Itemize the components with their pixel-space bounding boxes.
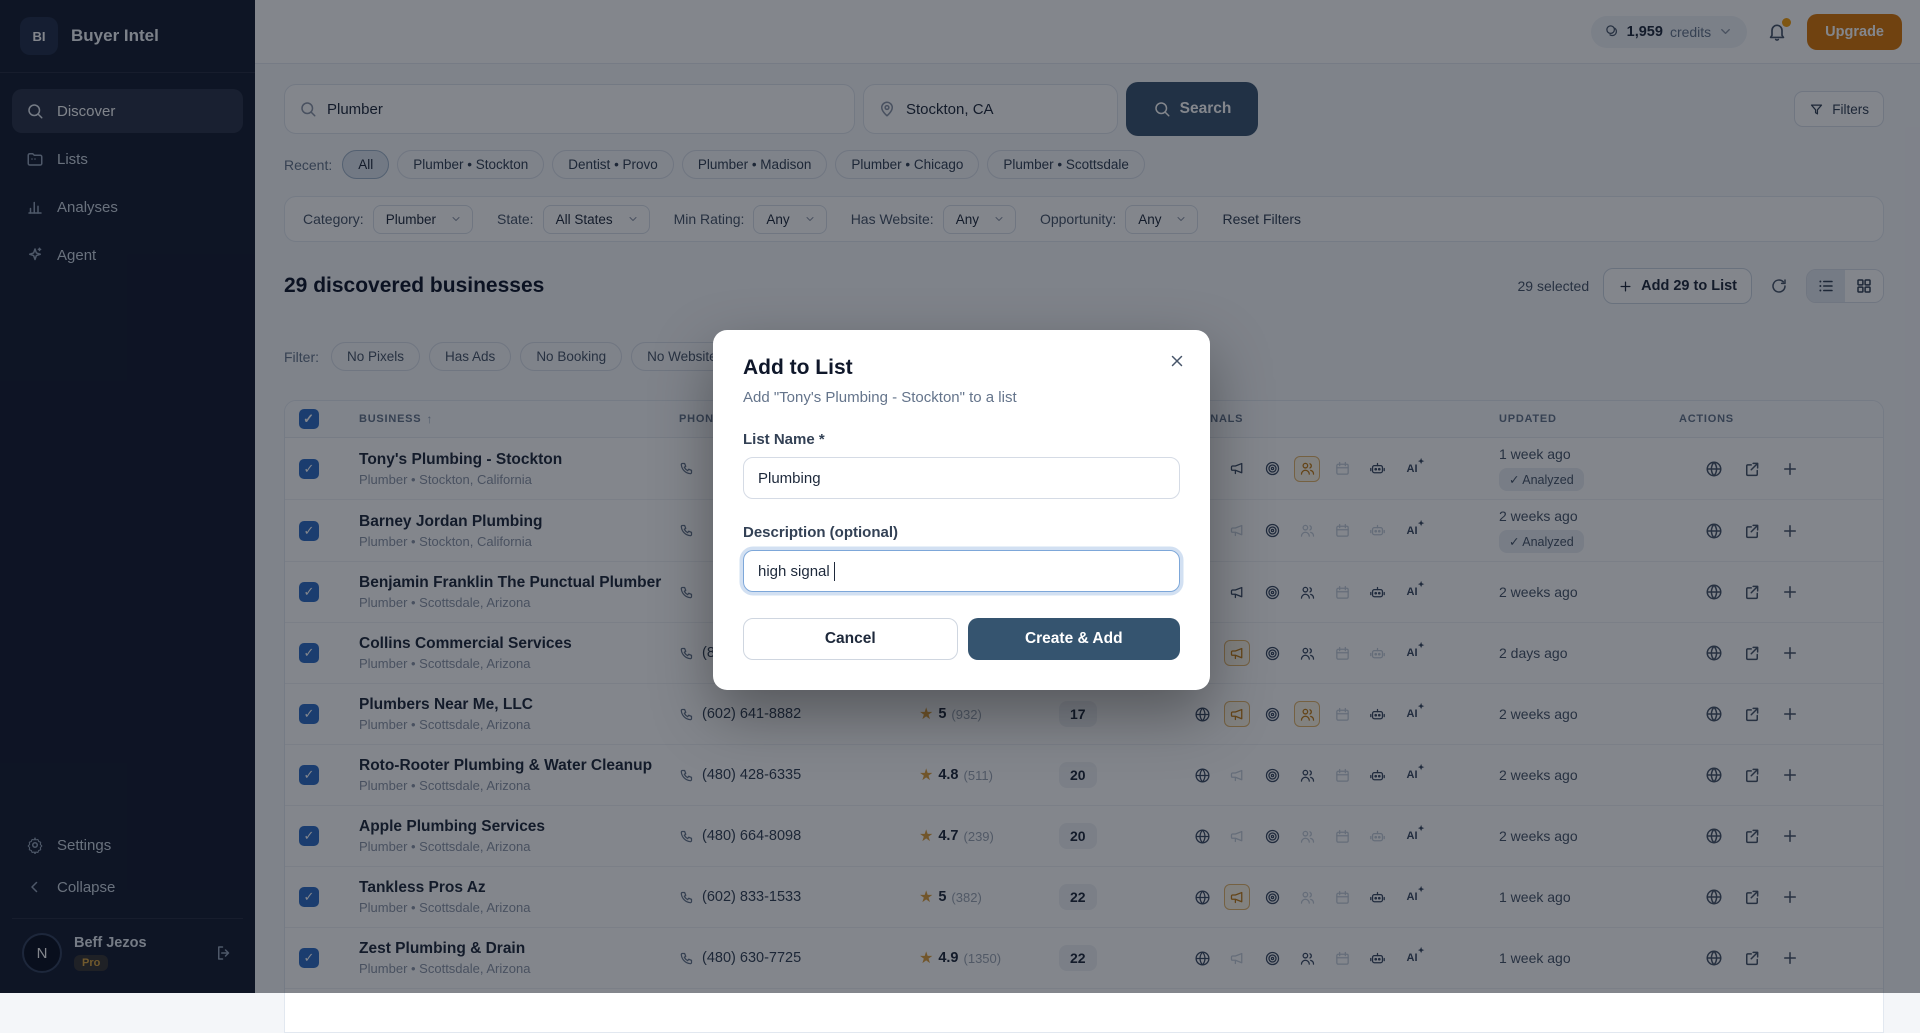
description-label: Description (optional) <box>743 524 1180 541</box>
close-button[interactable] <box>1164 348 1190 374</box>
create-and-add-button[interactable]: Create & Add <box>968 618 1181 660</box>
modal-title: Add to List <box>743 356 1180 380</box>
modal-actions: Cancel Create & Add <box>743 618 1180 660</box>
add-to-list-modal: Add to List Add "Tony's Plumbing - Stock… <box>713 330 1210 690</box>
description-input[interactable]: high signal <box>743 550 1180 592</box>
list-name-value: Plumbing <box>758 470 821 487</box>
list-name-input[interactable]: Plumbing <box>743 457 1180 499</box>
modal-subtitle: Add "Tony's Plumbing - Stockton" to a li… <box>743 389 1180 406</box>
cancel-button[interactable]: Cancel <box>743 618 958 660</box>
description-value: high signal <box>758 563 830 580</box>
list-name-label: List Name * <box>743 431 1180 448</box>
text-caret <box>834 562 836 581</box>
close-icon <box>1168 352 1186 370</box>
